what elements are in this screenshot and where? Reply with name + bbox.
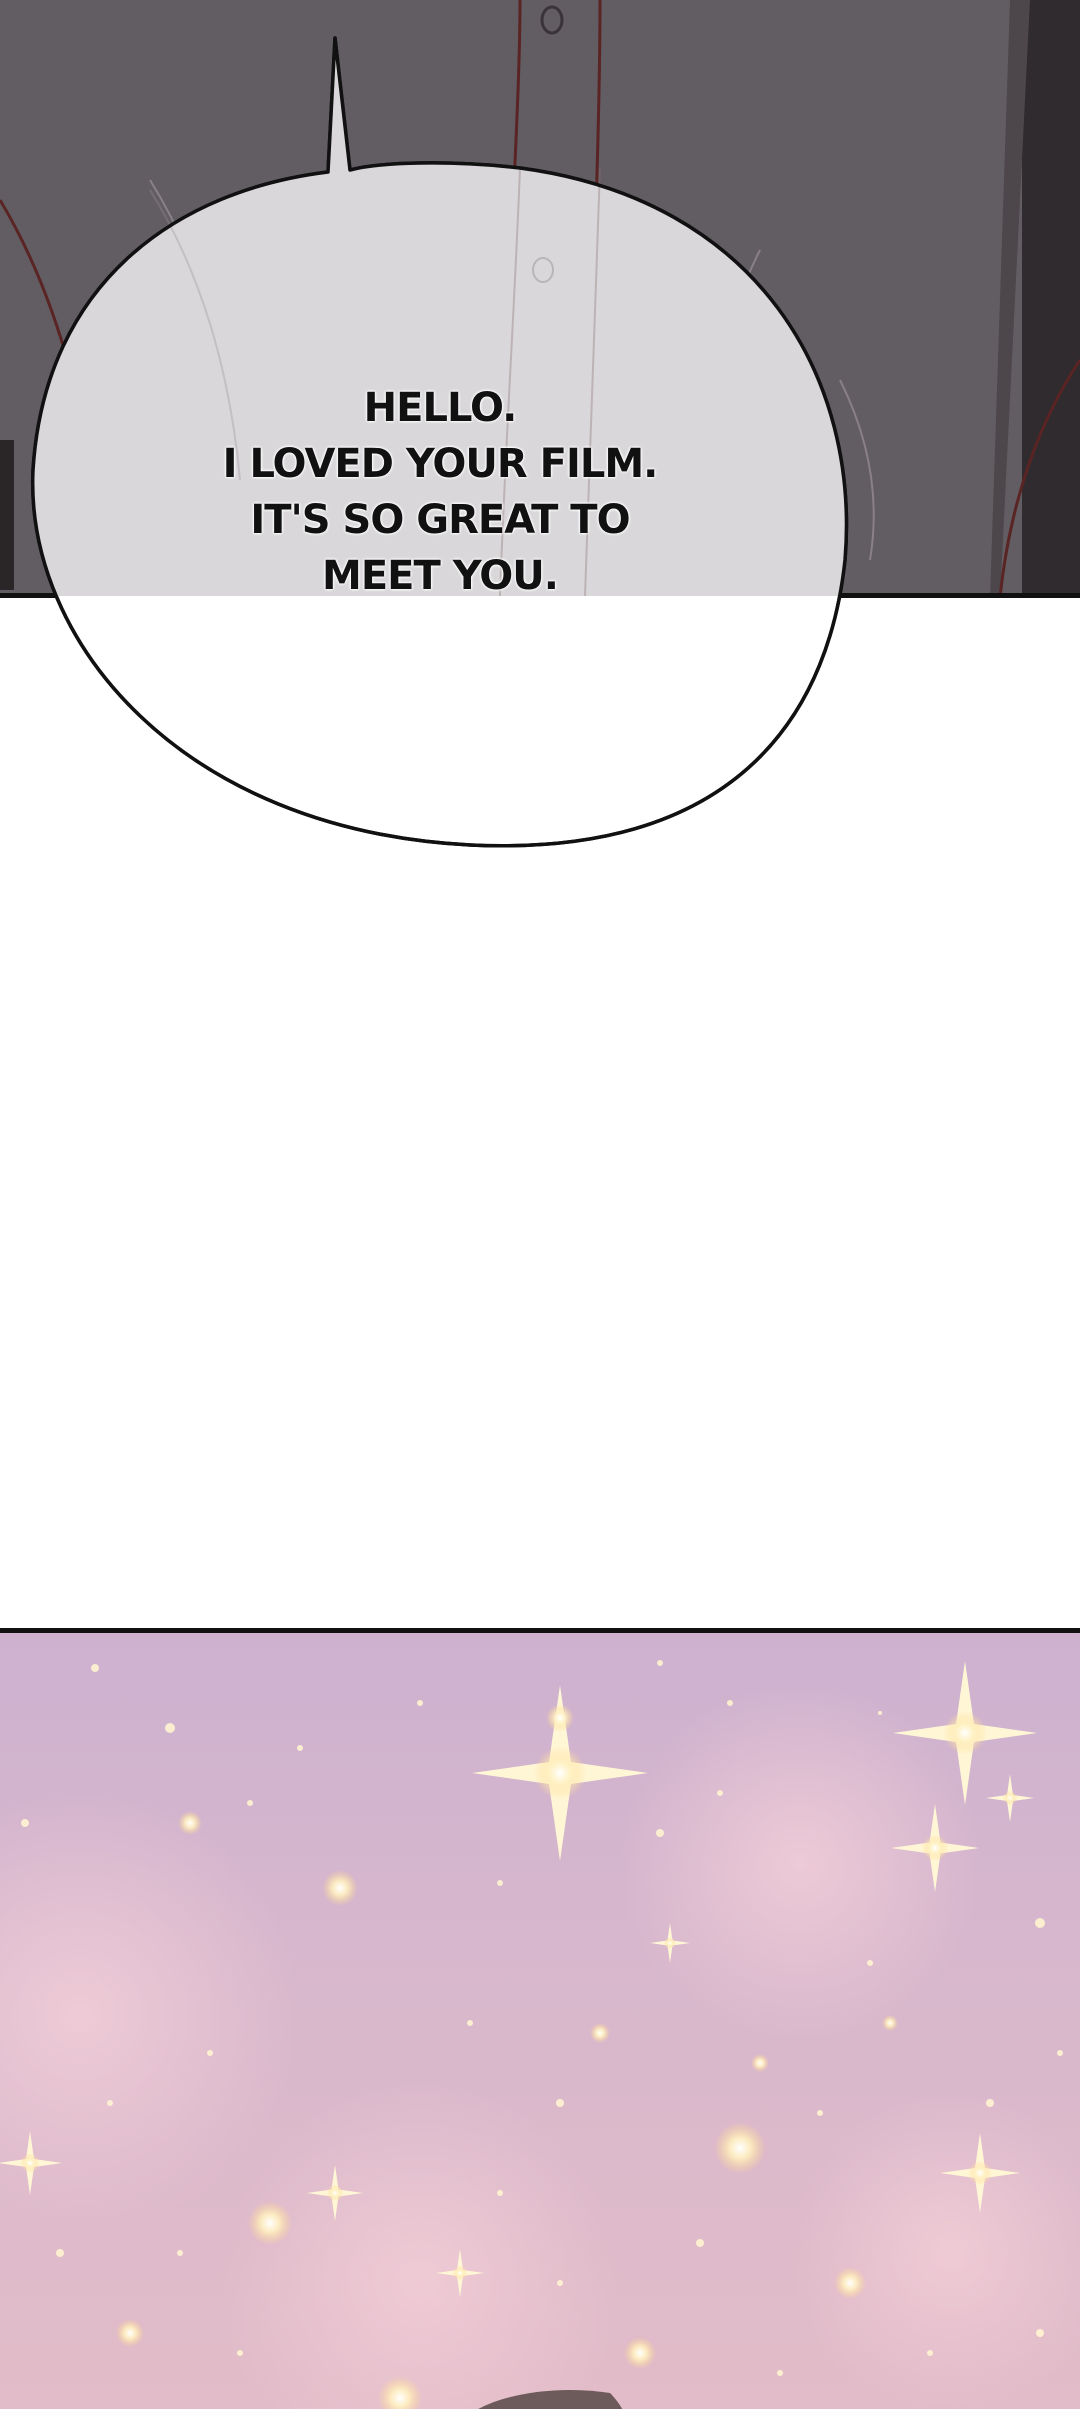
dialogue-line: MEET YOU. (322, 553, 559, 599)
speech-bubble-text: HELLO. I LOVED YOUR FILM. IT'S SO GREAT … (140, 380, 740, 604)
sparkle-bokeh-illustration (0, 1660, 1080, 2409)
comic-page: HELLO. I LOVED YOUR FILM. IT'S SO GREAT … (0, 0, 1080, 2409)
dialogue-line: HELLO. (363, 385, 518, 431)
dialogue-line: IT'S SO GREAT TO (250, 497, 630, 543)
sparkle-panel (0, 1628, 1080, 2409)
dialogue-line: I LOVED YOUR FILM. (222, 441, 659, 487)
